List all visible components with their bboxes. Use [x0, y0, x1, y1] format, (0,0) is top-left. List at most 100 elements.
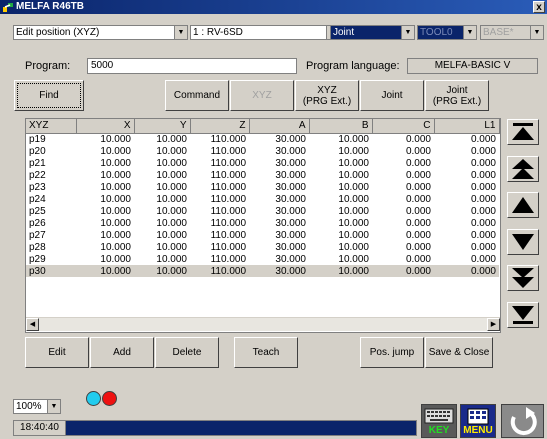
- column-header[interactable]: Z: [190, 119, 250, 134]
- menu-button[interactable]: MENU: [460, 404, 496, 438]
- line-down-button[interactable]: [507, 229, 539, 255]
- joint-button[interactable]: Joint: [360, 80, 424, 111]
- mode-select[interactable]: Edit position (XYZ) ▼: [13, 25, 188, 40]
- zoom-value: 100%: [16, 401, 42, 412]
- status-bar: 18:40:40: [13, 420, 417, 436]
- program-input[interactable]: 5000: [87, 58, 297, 74]
- program-label: Program:: [25, 60, 71, 72]
- table-cell: 10.000: [156, 193, 187, 205]
- table-cell: 10.000: [338, 145, 369, 157]
- base-select-value: BASE*: [483, 27, 514, 38]
- table-row[interactable]: p26 10.000 10.000 110.000 30.000 10.000 0.000 0…: [26, 217, 499, 229]
- title-bar: MELFA R46TB x: [0, 0, 547, 14]
- table-row[interactable]: p19 10.000 10.000 110.000 30.000 10.000 0.000 0…: [26, 133, 499, 145]
- last-page-icon: [512, 306, 534, 324]
- double-down-icon: [512, 268, 534, 288]
- line-up-button[interactable]: [507, 192, 539, 218]
- table-row[interactable]: p30 10.000 10.000 110.000 30.000 10.000 0.000 0…: [26, 265, 499, 277]
- tool-select[interactable]: TOOL0 ▼: [417, 25, 477, 40]
- table-cell: 30.000: [249, 265, 309, 277]
- return-button[interactable]: [501, 404, 544, 438]
- find-button[interactable]: Find: [14, 80, 84, 111]
- table-cell: 0.000: [405, 253, 431, 265]
- table-row[interactable]: p23 10.000 10.000 110.000 30.000 10.000 0.000 0…: [26, 181, 499, 193]
- chevron-down-icon[interactable]: ▼: [401, 26, 414, 39]
- table-cell: p22: [29, 169, 46, 181]
- table-row[interactable]: p21 10.000 10.000 110.000 30.000 10.000 0.000 0…: [26, 157, 499, 169]
- table-cell: 10.000: [100, 193, 131, 205]
- column-header[interactable]: C: [372, 119, 435, 134]
- table-row[interactable]: p24 10.000 10.000 110.000 30.000 10.000 0.000 0…: [26, 193, 499, 205]
- scroll-bottom-button[interactable]: [507, 302, 539, 328]
- close-button[interactable]: x: [533, 1, 545, 13]
- pos-jump-button[interactable]: Pos. jump: [360, 337, 424, 368]
- horizontal-scrollbar[interactable]: ◀ ▶: [26, 317, 500, 331]
- table-cell: 10.000: [100, 229, 131, 241]
- table-row[interactable]: p28 10.000 10.000 110.000 30.000 10.000 0.000 0…: [26, 241, 499, 253]
- table-cell: 10.000: [100, 133, 131, 145]
- xyz-prg-ext-button[interactable]: XYZ (PRG Ext.): [295, 80, 359, 111]
- delete-button[interactable]: Delete: [155, 337, 219, 368]
- mode-select-value: Edit position (XYZ): [16, 27, 100, 38]
- scroll-top-button[interactable]: [507, 119, 539, 145]
- table-cell: 110.000: [210, 241, 246, 253]
- table-cell: 110.000: [190, 265, 249, 277]
- key-button[interactable]: KEY: [421, 404, 457, 438]
- table-cell: 0.000: [405, 217, 431, 229]
- table-cell: p26: [29, 217, 46, 229]
- save-close-button[interactable]: Save & Close: [425, 337, 493, 368]
- table-row[interactable]: p29 10.000 10.000 110.000 30.000 10.000 0.000 0…: [26, 253, 499, 265]
- column-header[interactable]: B: [309, 119, 373, 134]
- keyboard-icon: [424, 408, 454, 424]
- command-button[interactable]: Command: [165, 80, 229, 111]
- teach-button[interactable]: Teach: [234, 337, 298, 368]
- status-indicator-red: [102, 391, 117, 406]
- table-cell: 10.000: [100, 205, 131, 217]
- joint-prg-ext-button[interactable]: Joint (PRG Ext.): [425, 80, 489, 111]
- position-table[interactable]: XYZ X Y Z A B C L1 p19 10.000 10.000 110.000 30.000…: [25, 118, 501, 333]
- table-cell: 10.000: [338, 253, 369, 265]
- table-row[interactable]: p25 10.000 10.000 110.000 30.000 10.000 0.000 0…: [26, 205, 499, 217]
- robot-select[interactable]: 1 : RV-6SD ▼: [190, 25, 340, 40]
- return-arrow-icon: [510, 407, 537, 435]
- column-header[interactable]: L1: [434, 119, 500, 134]
- table-cell: 30.000: [275, 169, 306, 181]
- page-down-button[interactable]: [507, 265, 539, 291]
- table-cell: 30.000: [275, 157, 306, 169]
- edit-button[interactable]: Edit: [25, 337, 89, 368]
- window-title: MELFA R46TB: [16, 1, 84, 12]
- xyz-button: XYZ: [230, 80, 294, 111]
- column-header[interactable]: X: [76, 119, 135, 134]
- table-cell: 0.000: [470, 169, 496, 181]
- first-page-icon: [512, 123, 534, 140]
- program-language-value: MELFA-BASIC V: [407, 58, 538, 74]
- zoom-select[interactable]: 100% ▼: [13, 399, 61, 414]
- add-button[interactable]: Add: [90, 337, 154, 368]
- chevron-down-icon[interactable]: ▼: [47, 400, 60, 413]
- table-cell: 110.000: [210, 193, 246, 205]
- chevron-down-icon[interactable]: ▼: [463, 26, 476, 39]
- table-cell: 0.000: [434, 265, 499, 277]
- table-cell: 30.000: [275, 145, 306, 157]
- table-cell: 10.000: [338, 181, 369, 193]
- column-header[interactable]: Y: [134, 119, 191, 134]
- chevron-down-icon: ▼: [530, 26, 543, 39]
- table-row[interactable]: p27 10.000 10.000 110.000 30.000 10.000 0.000 0…: [26, 229, 499, 241]
- table-cell: 0.000: [470, 133, 496, 145]
- table-row[interactable]: p22 10.000 10.000 110.000 30.000 10.000 0.000 0…: [26, 169, 499, 181]
- page-up-button[interactable]: [507, 156, 539, 182]
- tool-select-value: TOOL0: [420, 27, 453, 38]
- column-header[interactable]: A: [249, 119, 310, 134]
- column-header[interactable]: XYZ: [26, 119, 77, 134]
- scroll-left-icon[interactable]: ◀: [26, 318, 39, 331]
- double-up-icon: [512, 159, 534, 179]
- table-row[interactable]: p20 10.000 10.000 110.000 30.000 10.000 0.000 0…: [26, 145, 499, 157]
- table-cell: 0.000: [470, 217, 496, 229]
- coord-select[interactable]: Joint ▼: [330, 25, 415, 40]
- table-cell: 30.000: [275, 193, 306, 205]
- table-cell: 0.000: [405, 193, 431, 205]
- table-cell: 10.000: [156, 205, 187, 217]
- chevron-down-icon[interactable]: ▼: [174, 26, 187, 39]
- table-cell: 10.000: [338, 133, 369, 145]
- scroll-right-icon[interactable]: ▶: [487, 318, 500, 331]
